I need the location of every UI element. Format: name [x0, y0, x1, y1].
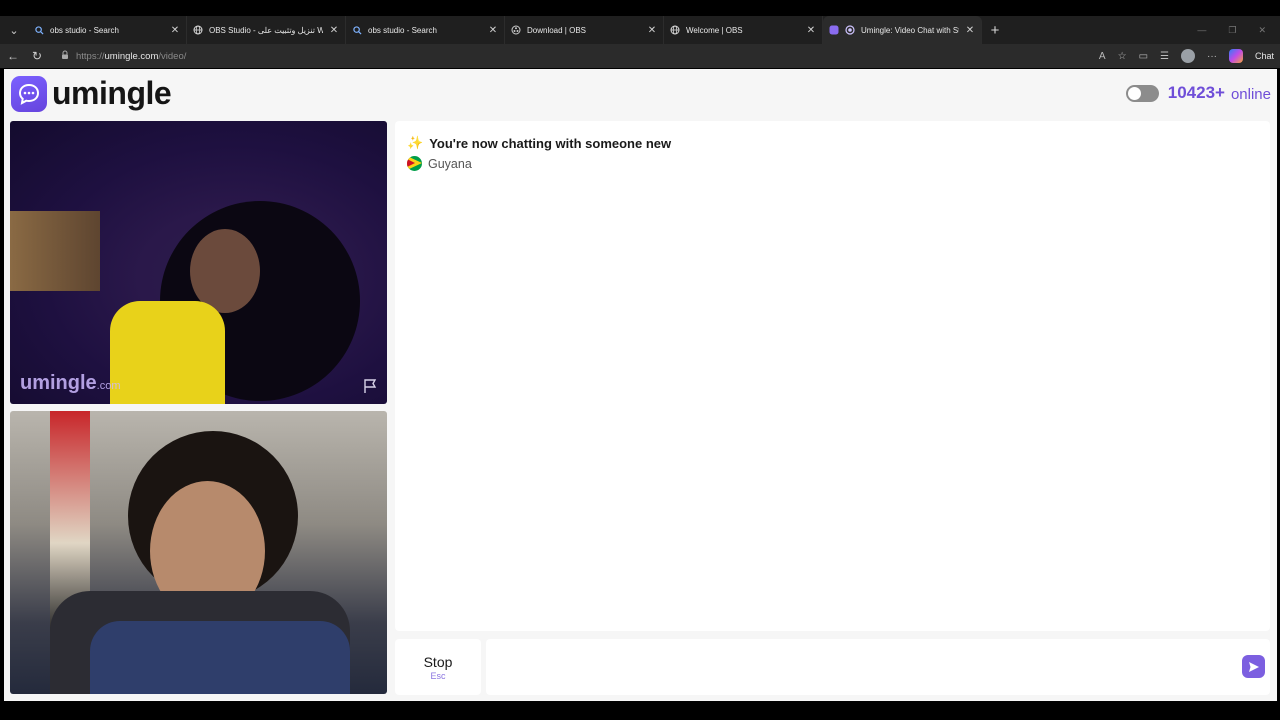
refresh-icon[interactable]: ↻	[30, 49, 44, 63]
sparkle-icon: ✨	[407, 135, 424, 150]
url-field[interactable]: https://umingle.com/video/	[54, 46, 1089, 66]
tab-close-icon[interactable]: ✕	[170, 25, 180, 36]
logo-chat-icon	[11, 75, 47, 112]
tab-2[interactable]: OBS Studio - تنزيل وتثبيت على Wi ✕	[187, 16, 346, 44]
tab-4[interactable]: Download | OBS ✕	[505, 16, 664, 44]
copilot-chat-button[interactable]: Chat	[1255, 51, 1274, 61]
tab-title: obs studio - Search	[50, 25, 119, 35]
remote-video: umingle.com	[10, 121, 387, 404]
message-box	[486, 639, 1270, 695]
umingle-icon	[829, 25, 839, 35]
window-controls: — ❐ ✕	[1197, 16, 1280, 44]
site-info-icon[interactable]	[60, 50, 70, 63]
toolbar-actions: A ☆ ▭ ☰ ··· Chat	[1099, 49, 1274, 63]
address-bar-row: ← ↻ https://umingle.com/video/ A ☆ ▭ ☰ ·…	[0, 44, 1280, 68]
tab-actions-icon[interactable]: ⌄	[0, 16, 28, 44]
tab-6-active[interactable]: Umingle: Video Chat with Stra ✕	[823, 16, 982, 44]
url-scheme: https://	[76, 50, 105, 62]
more-options-icon[interactable]: ···	[1207, 51, 1217, 62]
obs-icon	[511, 25, 521, 35]
profile-avatar[interactable]	[1180, 49, 1195, 63]
tab-5[interactable]: Welcome | OBS ✕	[664, 16, 823, 44]
split-screen-icon[interactable]: ▭	[1139, 51, 1148, 62]
remote-person-face	[190, 229, 260, 313]
url-host: umingle.com	[104, 50, 159, 62]
tab-strip: ⌄ obs studio - Search ✕ OBS Studio - تنز…	[0, 16, 1280, 44]
minimize-icon[interactable]: —	[1197, 25, 1206, 35]
search-icon	[34, 25, 44, 35]
globe-icon	[670, 25, 680, 35]
local-video	[10, 411, 387, 694]
online-label: online	[1230, 85, 1271, 103]
tab-title: Download | OBS	[527, 25, 586, 35]
tab-close-icon[interactable]: ✕	[329, 25, 339, 36]
new-tab-icon[interactable]: +	[982, 16, 1008, 44]
remote-curtain	[10, 211, 100, 291]
tab-3[interactable]: obs studio - Search ✕	[346, 16, 505, 44]
copilot-icon[interactable]	[1228, 49, 1243, 63]
globe-icon	[193, 25, 203, 35]
url-path: /video/	[158, 50, 187, 62]
tab-1[interactable]: obs studio - Search ✕	[28, 16, 187, 44]
chat-status-text: You're now chatting with someone new	[429, 135, 672, 151]
search-icon	[352, 25, 362, 35]
tab-close-icon[interactable]: ✕	[965, 25, 975, 36]
close-window-icon[interactable]: ✕	[1258, 25, 1266, 36]
back-icon[interactable]: ←	[6, 49, 20, 63]
stop-shortcut-hint: Esc	[430, 670, 446, 681]
theme-toggle[interactable]	[1125, 84, 1159, 102]
read-aloud-icon[interactable]: A	[1099, 51, 1106, 62]
report-flag-icon[interactable]	[362, 378, 378, 394]
remote-person-shirt	[110, 301, 225, 404]
local-person-shirt	[90, 621, 350, 694]
chat-status-message: ✨ You're now chatting with someone new	[407, 135, 1258, 151]
send-button[interactable]	[1242, 655, 1265, 678]
watermark-suffix: .com	[96, 380, 121, 392]
message-input[interactable]	[486, 639, 1226, 695]
umingle-page: umingle 10423+ online umingle.com ✨ You'…	[4, 69, 1277, 701]
tab-close-icon[interactable]: ✕	[488, 25, 498, 36]
guyana-flag-icon	[407, 156, 422, 171]
favorite-star-icon[interactable]: ☆	[1118, 51, 1127, 62]
tab-title: Welcome | OBS	[686, 25, 743, 35]
media-playing-icon	[845, 25, 855, 35]
tab-title: Umingle: Video Chat with Stra	[861, 25, 959, 35]
stop-label: Stop	[423, 653, 453, 670]
chat-panel: ✨ You're now chatting with someone new G…	[395, 121, 1270, 631]
online-count: 10423+	[1167, 83, 1225, 102]
online-indicator: 10423+ online	[1125, 83, 1271, 103]
watermark-text: umingle	[20, 372, 97, 394]
tab-title: OBS Studio - تنزيل وتثبيت على Wi	[209, 25, 323, 35]
tab-close-icon[interactable]: ✕	[647, 25, 657, 36]
partner-country: Guyana	[407, 156, 1258, 171]
tab-title: obs studio - Search	[368, 25, 437, 35]
favorites-icon[interactable]: ☰	[1160, 51, 1169, 62]
partner-country-text: Guyana	[428, 156, 472, 171]
send-icon	[1248, 661, 1259, 672]
site-logo[interactable]: umingle	[11, 75, 172, 112]
tab-close-icon[interactable]: ✕	[806, 25, 816, 36]
logo-text: umingle	[52, 75, 172, 111]
stop-button[interactable]: Stop Esc	[395, 639, 481, 695]
restore-icon[interactable]: ❐	[1228, 25, 1236, 36]
video-watermark: umingle.com	[20, 372, 121, 395]
